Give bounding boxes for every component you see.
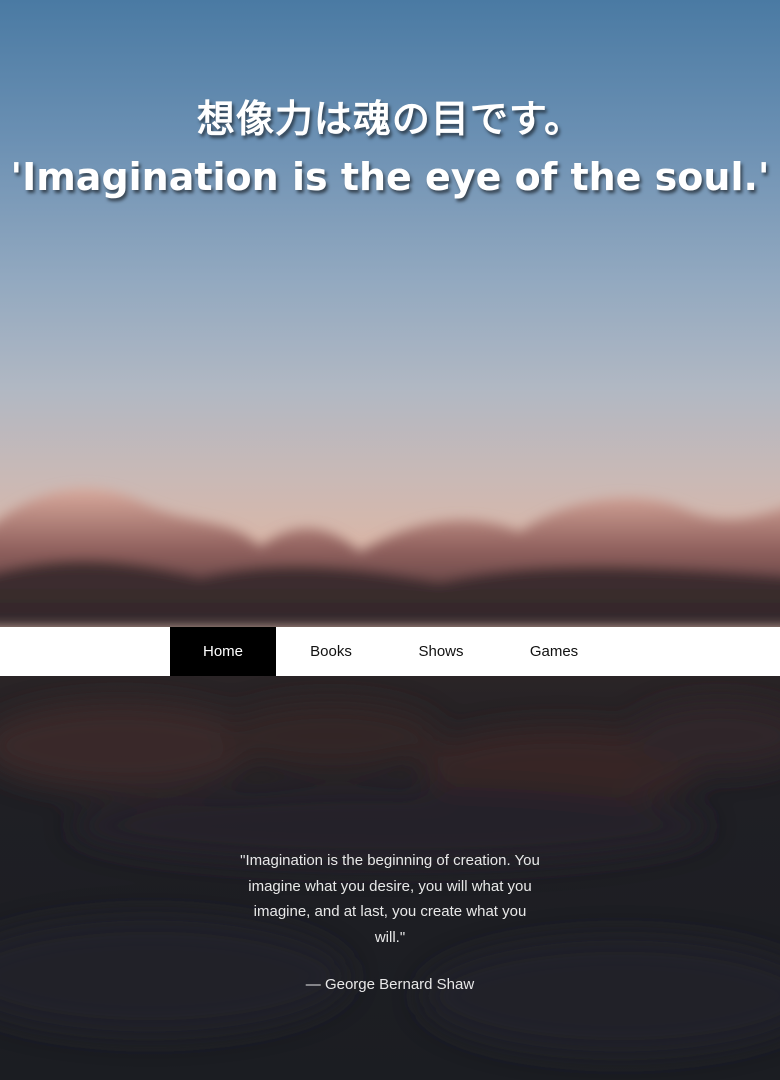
hero-title-english: 'Imagination is the eye of the soul.'	[10, 155, 770, 199]
main-navigation: Home Books Shows Games	[0, 627, 780, 676]
hero-banner: 想像力は魂の目です。 'Imagination is the eye of th…	[0, 0, 780, 627]
nav-item-home[interactable]: Home	[170, 627, 276, 676]
quote-text: "Imagination is the beginning of creatio…	[240, 852, 540, 946]
hero-title-japanese: 想像力は魂の目です。	[196, 97, 584, 141]
cloud-illustration	[0, 488, 780, 627]
nav-item-shows[interactable]: Shows	[386, 627, 496, 676]
quote-author: — George Bernard Shaw	[305, 976, 475, 993]
nav-item-books[interactable]: Books	[276, 627, 386, 676]
hero-title: 想像力は魂の目です。 'Imagination is the eye of th…	[0, 92, 780, 208]
quote-section: "Imagination is the beginning of creatio…	[0, 676, 780, 1080]
nav-item-games[interactable]: Games	[496, 627, 612, 676]
